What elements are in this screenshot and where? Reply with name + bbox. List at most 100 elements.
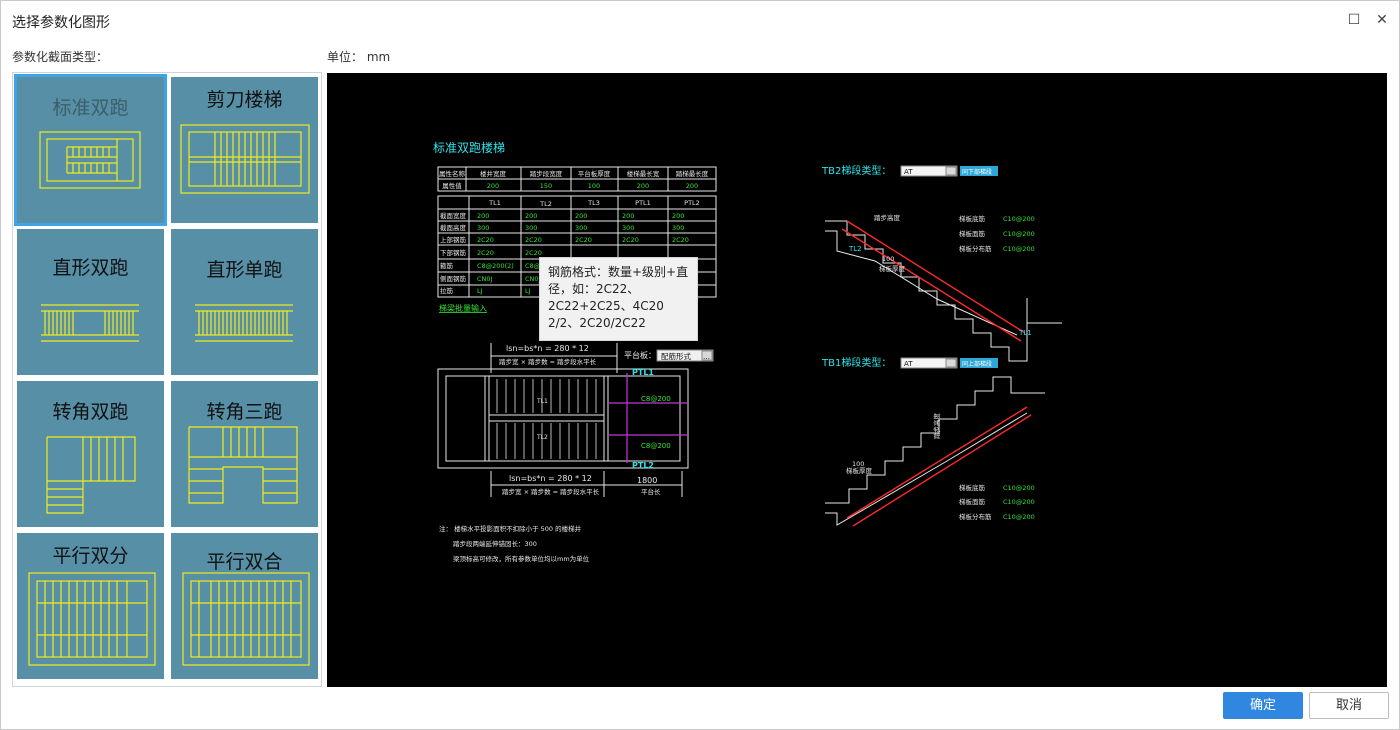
platform-label: 平台板：: [624, 350, 656, 360]
t1-value[interactable]: 150: [540, 182, 552, 190]
t1-header: 属性名称: [439, 169, 466, 178]
t2-cell[interactable]: 300: [622, 224, 634, 232]
title-bar: 选择参数化图形 ☐ ✕: [1, 1, 1399, 39]
t2-cell[interactable]: LJ: [477, 287, 483, 295]
tb2-label: TB2梯段类型：: [821, 164, 891, 177]
plan-steps: [496, 379, 597, 459]
t2-cell[interactable]: 200: [525, 212, 537, 220]
t2-cell[interactable]: 200: [672, 212, 684, 220]
tb2-beam: TL1: [1018, 329, 1032, 337]
tooltip-line: 2C22+2C25、4C20: [548, 299, 664, 313]
tb2-text: 梯板底筋: [959, 214, 986, 223]
cancel-button[interactable]: 取消: [1309, 692, 1389, 719]
beam-ptl1: PTL1: [632, 368, 654, 377]
tb2-bar[interactable]: C10@200: [1003, 245, 1035, 253]
tooltip-line: 2/2、2C20/2C22: [548, 316, 646, 330]
t2-header: TL3: [587, 199, 600, 207]
platform-length-sub: 平台长: [641, 487, 661, 496]
tb2-bar[interactable]: C10@200: [1003, 230, 1035, 238]
t2-cell[interactable]: 2C20: [477, 236, 494, 244]
tb1-bar[interactable]: C10@200: [1003, 498, 1035, 506]
t1-header: 楼井宽度: [480, 169, 507, 178]
dim-bottom[interactable]: lsn=bs*n = 280 * 12: [509, 474, 592, 483]
t2-cell[interactable]: 2C20: [622, 236, 639, 244]
maximize-icon[interactable]: ☐: [1343, 9, 1365, 31]
rebar-bottom[interactable]: C8@200: [641, 442, 671, 450]
tb1-text: 梯板分布筋: [959, 512, 992, 521]
t1-header: 楼梯最长宽: [627, 169, 660, 178]
t2-cell[interactable]: 2C20: [525, 249, 542, 257]
plan-view: [437, 368, 689, 469]
window-title: 选择参数化图形: [12, 15, 110, 31]
tb1-bar[interactable]: C10@200: [1003, 513, 1035, 521]
thumb-parallel-split[interactable]: 平行双分: [17, 533, 164, 679]
platform-select-btn[interactable]: …: [703, 353, 710, 361]
t2-header: TL2: [539, 200, 552, 208]
t2-row-label: 截面宽度: [440, 211, 467, 220]
rebar-format-tooltip: 钢筋格式：数量+级别+直 径，如：2C22、 2C22+2C25、4C20 2/…: [539, 257, 698, 341]
tb2-type-select[interactable]: AT: [904, 168, 913, 176]
tb1-text: 梯板面筋: [959, 497, 986, 506]
dim-top-sub: 踏步宽 × 踏步数 = 踏步段水平长: [499, 357, 597, 366]
t2-row-label: 箍筋: [440, 261, 454, 270]
thumb-standard-double-run[interactable]: 标准双跑: [14, 74, 167, 226]
t2-cell[interactable]: 2C20: [575, 236, 592, 244]
t2-cell[interactable]: CN0J: [477, 275, 493, 283]
tooltip-line: 径，如：2C22、: [548, 282, 640, 296]
t2-cell[interactable]: 200: [477, 212, 489, 220]
thumb-straight-single-run[interactable]: 直形单跑: [171, 229, 318, 375]
t2-cell[interactable]: 2C20: [525, 236, 542, 244]
tb2-beam: TL2: [848, 245, 862, 253]
tb1-label: TB1梯段类型：: [821, 356, 891, 369]
tb1-type-select[interactable]: AT: [904, 360, 913, 368]
t2-cell[interactable]: 200: [622, 212, 634, 220]
platform-select[interactable]: 配筋形式: [661, 351, 691, 361]
t1-value[interactable]: 200: [637, 182, 649, 190]
t2-cell[interactable]: 300: [477, 224, 489, 232]
unit-label: 单位： mm: [327, 50, 391, 64]
close-icon[interactable]: ✕: [1371, 9, 1393, 31]
tb2-same-button[interactable]: 同下部梯段: [962, 168, 992, 176]
t2-cell[interactable]: LJ: [525, 287, 531, 295]
rebar-top[interactable]: C8@200: [641, 395, 671, 403]
t2-header: PTL2: [684, 199, 700, 207]
thumb-drawing: [188, 426, 298, 504]
t2-cell[interactable]: 300: [525, 224, 537, 232]
thumb-straight-double-run[interactable]: 直形双跑: [17, 229, 164, 375]
thumb-parallel-merge[interactable]: 平行双合: [171, 533, 318, 679]
t2-cell[interactable]: 300: [672, 224, 684, 232]
batch-input-link[interactable]: 梯梁批量输入: [439, 303, 487, 313]
note-line: 注： 楼梯水平投影面积不扣除小于 500 的楼梯井: [439, 524, 582, 533]
tb1-same-button[interactable]: 同上部梯段: [962, 360, 992, 368]
tb2-section: [825, 220, 1062, 362]
thumb-drawing: [46, 436, 136, 514]
dim-top[interactable]: lsn=bs*n = 280 * 12: [506, 344, 589, 353]
beam-ptl2: PTL2: [632, 461, 654, 470]
t2-cell[interactable]: 2C20: [672, 236, 689, 244]
t2-cell[interactable]: C8@200(2): [477, 262, 514, 270]
drawing-canvas[interactable]: 标准双跑楼梯 属性名称 楼井宽度 踏步段宽度 平台板厚度 楼梯最长宽 踏梯最长度…: [327, 73, 1387, 687]
t2-cell[interactable]: 200: [575, 212, 587, 220]
tb2-bar[interactable]: C10@200: [1003, 215, 1035, 223]
t2-header: TL1: [488, 199, 501, 207]
tb1-text[interactable]: 100: [852, 460, 864, 468]
dim-bottom-sub: 踏步宽 × 踏步数 = 踏步段水平长: [502, 487, 600, 496]
t1-value[interactable]: 100: [588, 182, 600, 190]
t2-cell[interactable]: 300: [575, 224, 587, 232]
note-line: 踏步段两端延伸锚固长：300: [453, 539, 537, 548]
t1-value[interactable]: 200: [686, 182, 698, 190]
thumb-corner-triple-run[interactable]: 转角三跑: [171, 381, 318, 527]
platform-length[interactable]: 1800: [637, 476, 657, 485]
tb1-bar[interactable]: C10@200: [1003, 484, 1035, 492]
ok-button[interactable]: 确定: [1223, 692, 1303, 719]
t2-cell[interactable]: 2C20: [477, 249, 494, 257]
tb2-text[interactable]: 100: [882, 255, 894, 263]
t2-row-label: 下部钢筋: [440, 248, 467, 257]
thumb-corner-double-run[interactable]: 转角双跑: [17, 381, 164, 527]
t1-value[interactable]: 200: [487, 182, 499, 190]
thumb-scissor-stair[interactable]: 剪刀楼梯: [171, 77, 318, 223]
t2-row-label: 拉筋: [440, 286, 454, 295]
thumb-drawing: [39, 131, 141, 189]
tb2-text: 梯板厚度: [879, 264, 906, 273]
thumb-drawing: [28, 572, 156, 666]
